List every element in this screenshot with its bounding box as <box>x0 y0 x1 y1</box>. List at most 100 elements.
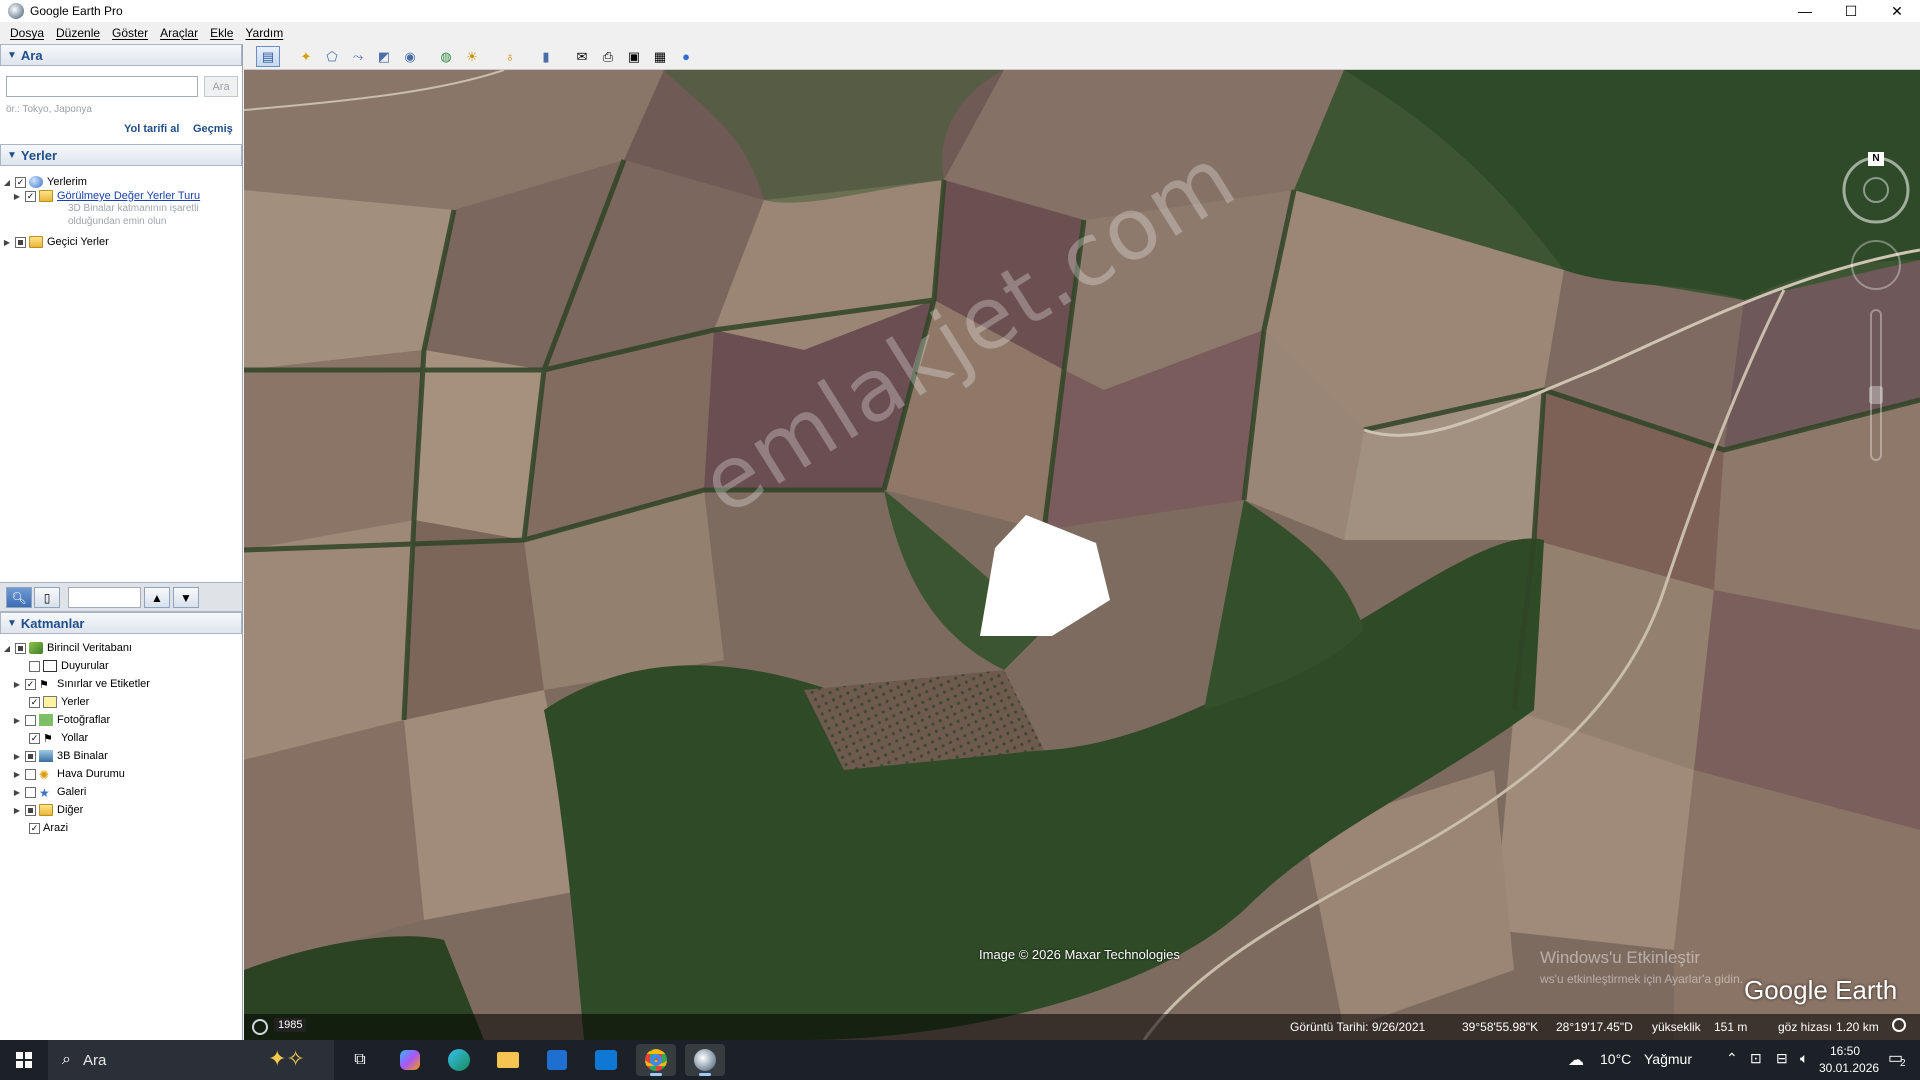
outlook-app[interactable] <box>586 1044 626 1076</box>
collapse-arrow-icon[interactable]: ◢ <box>2 178 12 187</box>
layer-roads[interactable]: ✓ ⚑ Yollar <box>16 730 88 746</box>
print-button[interactable]: ⎙ <box>596 46 620 67</box>
tray-overflow-chevron-icon[interactable]: ⌃ <box>1726 1050 1738 1067</box>
toggle-panel-button[interactable]: ▯ <box>34 587 60 608</box>
get-directions-link[interactable]: Yol tarifi al <box>124 123 179 135</box>
onedrive-icon[interactable]: ⊡ <box>1750 1050 1762 1067</box>
add-image-overlay-button[interactable]: ◩ <box>372 46 396 67</box>
switch-planet-button[interactable]: ♁ <box>498 46 522 67</box>
checkbox[interactable]: ✓ <box>25 678 36 690</box>
search-input[interactable] <box>6 76 198 97</box>
checkbox[interactable] <box>25 804 36 816</box>
file-explorer-app[interactable] <box>488 1044 528 1076</box>
edge-app[interactable] <box>439 1044 479 1076</box>
tree-item-temporary-places[interactable]: ▶ Geçici Yerler <box>2 234 109 250</box>
weather-description[interactable]: Yağmur <box>1644 1051 1692 1067</box>
checkbox[interactable]: ✓ <box>15 176 26 188</box>
menu-view[interactable]: Göster <box>106 26 154 40</box>
layer-terrain[interactable]: ✓ Arazi <box>16 820 68 836</box>
expand-arrow-icon[interactable]: ▶ <box>12 770 22 779</box>
google-earth-app[interactable] <box>685 1044 725 1076</box>
layer-photos[interactable]: ▶ Fotoğraflar <box>12 712 110 728</box>
add-polygon-button[interactable]: ⬠ <box>320 46 344 67</box>
checkbox[interactable] <box>25 768 36 780</box>
checkbox[interactable]: ✓ <box>29 696 40 708</box>
volume-icon[interactable]: 🔈︎ <box>1800 1050 1808 1067</box>
menu-edit[interactable]: Düzenle <box>50 26 106 40</box>
search-header[interactable]: ▼ Ara <box>0 44 242 66</box>
move-up-button[interactable]: ▲ <box>144 587 170 608</box>
checkbox[interactable] <box>25 714 36 726</box>
places-header[interactable]: ▼ Yerler <box>0 144 242 166</box>
view-in-maps-button[interactable]: ▦ <box>648 46 672 67</box>
zoom-slider-handle[interactable] <box>1869 386 1883 404</box>
maximize-button[interactable]: ☐ <box>1828 0 1874 22</box>
search-button[interactable]: Ara <box>204 76 238 97</box>
expand-arrow-icon[interactable]: ▶ <box>12 192 22 201</box>
imagery-year-badge[interactable]: 1985 <box>274 1018 307 1032</box>
sunlight-button[interactable]: ☀ <box>460 46 484 67</box>
expand-arrow-icon[interactable]: ▶ <box>2 238 12 247</box>
start-button[interactable] <box>0 1040 48 1080</box>
taskbar-search-box[interactable]: ⌕ Ara ✦✧ <box>48 1040 334 1080</box>
checkbox[interactable] <box>25 750 36 762</box>
historical-imagery-button[interactable]: ◍ <box>434 46 458 67</box>
chrome-app[interactable] <box>636 1044 676 1076</box>
menu-add[interactable]: Ekle <box>204 26 239 40</box>
layer-weather[interactable]: ▶ ✺ Hava Durumu <box>12 766 125 782</box>
layer-places[interactable]: ✓ Yerler <box>16 694 89 710</box>
network-icon[interactable]: ⊟ <box>1776 1050 1788 1067</box>
expand-arrow-icon[interactable]: ▶ <box>12 680 22 689</box>
checkbox[interactable] <box>29 660 40 672</box>
layer-primary-database[interactable]: ◢ Birincil Veritabanı <box>2 640 132 656</box>
store-app[interactable] <box>537 1044 577 1076</box>
move-ring[interactable] <box>1851 240 1901 290</box>
checkbox[interactable] <box>25 786 36 798</box>
checkbox[interactable]: ✓ <box>25 190 36 202</box>
map-view[interactable]: emlakjet.com N Image © 2026 Maxar Techno… <box>244 70 1920 1040</box>
layer-borders-labels[interactable]: ▶ ✓ ⚑ Sınırlar ve Etiketler <box>12 676 150 692</box>
weather-temperature[interactable]: 10°C <box>1600 1051 1631 1067</box>
save-image-button[interactable]: ▣ <box>622 46 646 67</box>
layer-announcements[interactable]: Duyurular <box>16 658 109 674</box>
record-tour-button[interactable]: ◉ <box>398 46 422 67</box>
historical-clock-icon[interactable] <box>252 1019 268 1035</box>
menu-tools[interactable]: Araçlar <box>154 26 204 40</box>
layer-other[interactable]: ▶ Diğer <box>12 802 83 818</box>
clock-date[interactable]: 30.01.2026 <box>1819 1061 1879 1075</box>
task-view-button[interactable]: ⧉ <box>340 1044 380 1076</box>
history-link[interactable]: Geçmiş <box>193 123 233 135</box>
look-joystick[interactable] <box>1863 177 1889 203</box>
places-filter-input[interactable] <box>68 587 141 608</box>
checkbox[interactable] <box>15 236 26 248</box>
minimize-button[interactable]: — <box>1782 0 1828 22</box>
add-placemark-button[interactable]: ✦ <box>294 46 318 67</box>
expand-arrow-icon[interactable]: ▶ <box>12 716 22 725</box>
north-button[interactable]: N <box>1868 152 1884 166</box>
checkbox[interactable]: ✓ <box>29 822 40 834</box>
close-button[interactable]: ✕ <box>1874 0 1920 22</box>
checkbox[interactable]: ✓ <box>29 732 40 744</box>
add-path-button[interactable]: ⤳ <box>346 46 370 67</box>
search-places-button[interactable]: 🔍︎ <box>6 587 32 608</box>
layer-3d-buildings[interactable]: ▶ 3B Binalar <box>12 748 108 764</box>
earth-view-button[interactable]: ● <box>674 46 698 67</box>
menu-help[interactable]: Yardım <box>239 26 289 40</box>
look-ring[interactable] <box>1842 156 1910 224</box>
zoom-slider[interactable] <box>1870 309 1882 461</box>
menu-file[interactable]: Dosya <box>4 26 50 40</box>
move-down-button[interactable]: ▼ <box>173 587 199 608</box>
clock-time[interactable]: 16:50 <box>1830 1044 1860 1058</box>
sidebar-toggle-button[interactable]: ▤ <box>256 46 280 67</box>
weather-icon[interactable]: ☁ <box>1568 1050 1584 1070</box>
ruler-button[interactable]: ▮ <box>534 46 558 67</box>
checkbox[interactable] <box>15 642 26 654</box>
expand-arrow-icon[interactable]: ▶ <box>12 788 22 797</box>
collapse-arrow-icon[interactable]: ◢ <box>2 644 12 653</box>
expand-arrow-icon[interactable]: ▶ <box>12 806 22 815</box>
email-button[interactable]: ✉ <box>570 46 594 67</box>
expand-arrow-icon[interactable]: ▶ <box>12 752 22 761</box>
layer-gallery[interactable]: ▶ ★ Galeri <box>12 784 86 800</box>
copilot-app[interactable] <box>390 1044 430 1076</box>
layers-header[interactable]: ▼ Katmanlar <box>0 612 242 634</box>
